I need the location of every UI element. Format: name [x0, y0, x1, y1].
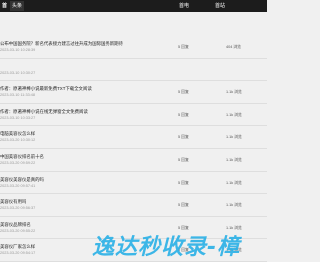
article-date: 2023-03-20 09:57:41 — [0, 183, 36, 188]
list-item[interactable]: 美容仪有用吗 2023-03-20 09:56:37 5 回复 1.1k 浏览 — [0, 194, 267, 217]
article-title[interactable]: 公布中国国务院？新名代表接力建言过往升成为国际国务新期待 — [0, 41, 123, 47]
article-title[interactable]: 美容仪厂家怎么样 — [0, 244, 35, 250]
top-navbar: 首 头条 首电 首站 — [0, 0, 267, 12]
view-count: 1.1k 浏览 — [226, 135, 242, 140]
article-date: 2023-03-10 11:33:48 — [0, 93, 35, 98]
article-date: 2023-03-20 09:59:22 — [0, 160, 36, 165]
list-item[interactable]: 公布中国国务院？新名代表接力建言过往升成为国际国务新期待 2023-03-10 … — [0, 36, 267, 59]
list-item[interactable]: 美容仪美容仪是真的吗 2023-03-20 09:57:41 5 回复 1.1k… — [0, 172, 267, 195]
view-count: 404 浏览 — [226, 45, 241, 49]
article-title[interactable]: 作者：原著神棒小说在线无弹窗全文免费阅读 — [0, 109, 88, 115]
article-title[interactable]: 中国美容仪排名前十名 — [0, 154, 44, 160]
view-count: 1.1k 浏览 — [226, 157, 242, 162]
tab-headlines[interactable]: 头条 — [10, 1, 25, 11]
article-date: 2023-03-10 10:30:27 — [0, 70, 36, 75]
view-count: 1.1k 浏览 — [226, 180, 242, 185]
reply-count: 5 回复 — [178, 203, 189, 208]
home-link[interactable]: 首 — [2, 0, 7, 12]
reply-count: 5 回复 — [178, 90, 189, 95]
view-count: 1.1k 浏览 — [226, 90, 242, 95]
article-title[interactable]: 美容仪有用吗 — [0, 199, 26, 205]
reply-count: 5 回复 — [178, 180, 189, 185]
reply-count: 5 回复 — [178, 135, 189, 140]
list-item[interactable]: 2023-03-10 10:30:27 — [0, 59, 267, 82]
article-title[interactable]: 美容仪品牌排名 — [0, 222, 31, 228]
article-title[interactable]: 电脑美容仪怎么样 — [0, 131, 35, 137]
article-date: 2023-03-10 10:28:39 — [0, 48, 36, 52]
list-item[interactable]: 电脑美容仪怎么样 2023-03-20 10:30:12 5 回复 1.1k 浏… — [0, 126, 267, 149]
article-date: 2023-03-10 10:33:27 — [0, 115, 36, 120]
reply-count: 5 回复 — [178, 157, 189, 162]
article-title[interactable]: 作者：原著神棒小说最新免费TXT下载全文阅读 — [0, 86, 92, 92]
list-item[interactable]: 作者：原著神棒小说在线无弹窗全文免费阅读 2023-03-10 10:33:27… — [0, 104, 267, 127]
nav-link-1[interactable]: 首电 — [179, 0, 189, 12]
article-date: 2023-03-20 10:30:12 — [0, 138, 36, 143]
watermark-logo: 逸达秒收录-樟 — [92, 235, 241, 257]
reply-count: 5 回复 — [178, 45, 189, 49]
nav-link-2[interactable]: 首站 — [215, 0, 225, 12]
article-title[interactable]: 美容仪美容仪是真的吗 — [0, 177, 44, 183]
list-item[interactable]: 中国美容仪排名前十名 2023-03-20 09:59:22 5 回复 1.1k… — [0, 149, 267, 172]
list-item[interactable]: 作者：原著神棒小说最新免费TXT下载全文阅读 2023-03-10 11:33:… — [0, 81, 267, 104]
article-date: 2023-03-20 09:55:22 — [0, 228, 36, 233]
article-date: 2023-03-20 09:54:17 — [0, 251, 36, 256]
article-date: 2023-03-20 09:56:37 — [0, 206, 36, 211]
reply-count: 5 回复 — [178, 112, 189, 117]
view-count: 1.1k 浏览 — [226, 203, 242, 208]
view-count: 1.1k 浏览 — [226, 112, 242, 117]
